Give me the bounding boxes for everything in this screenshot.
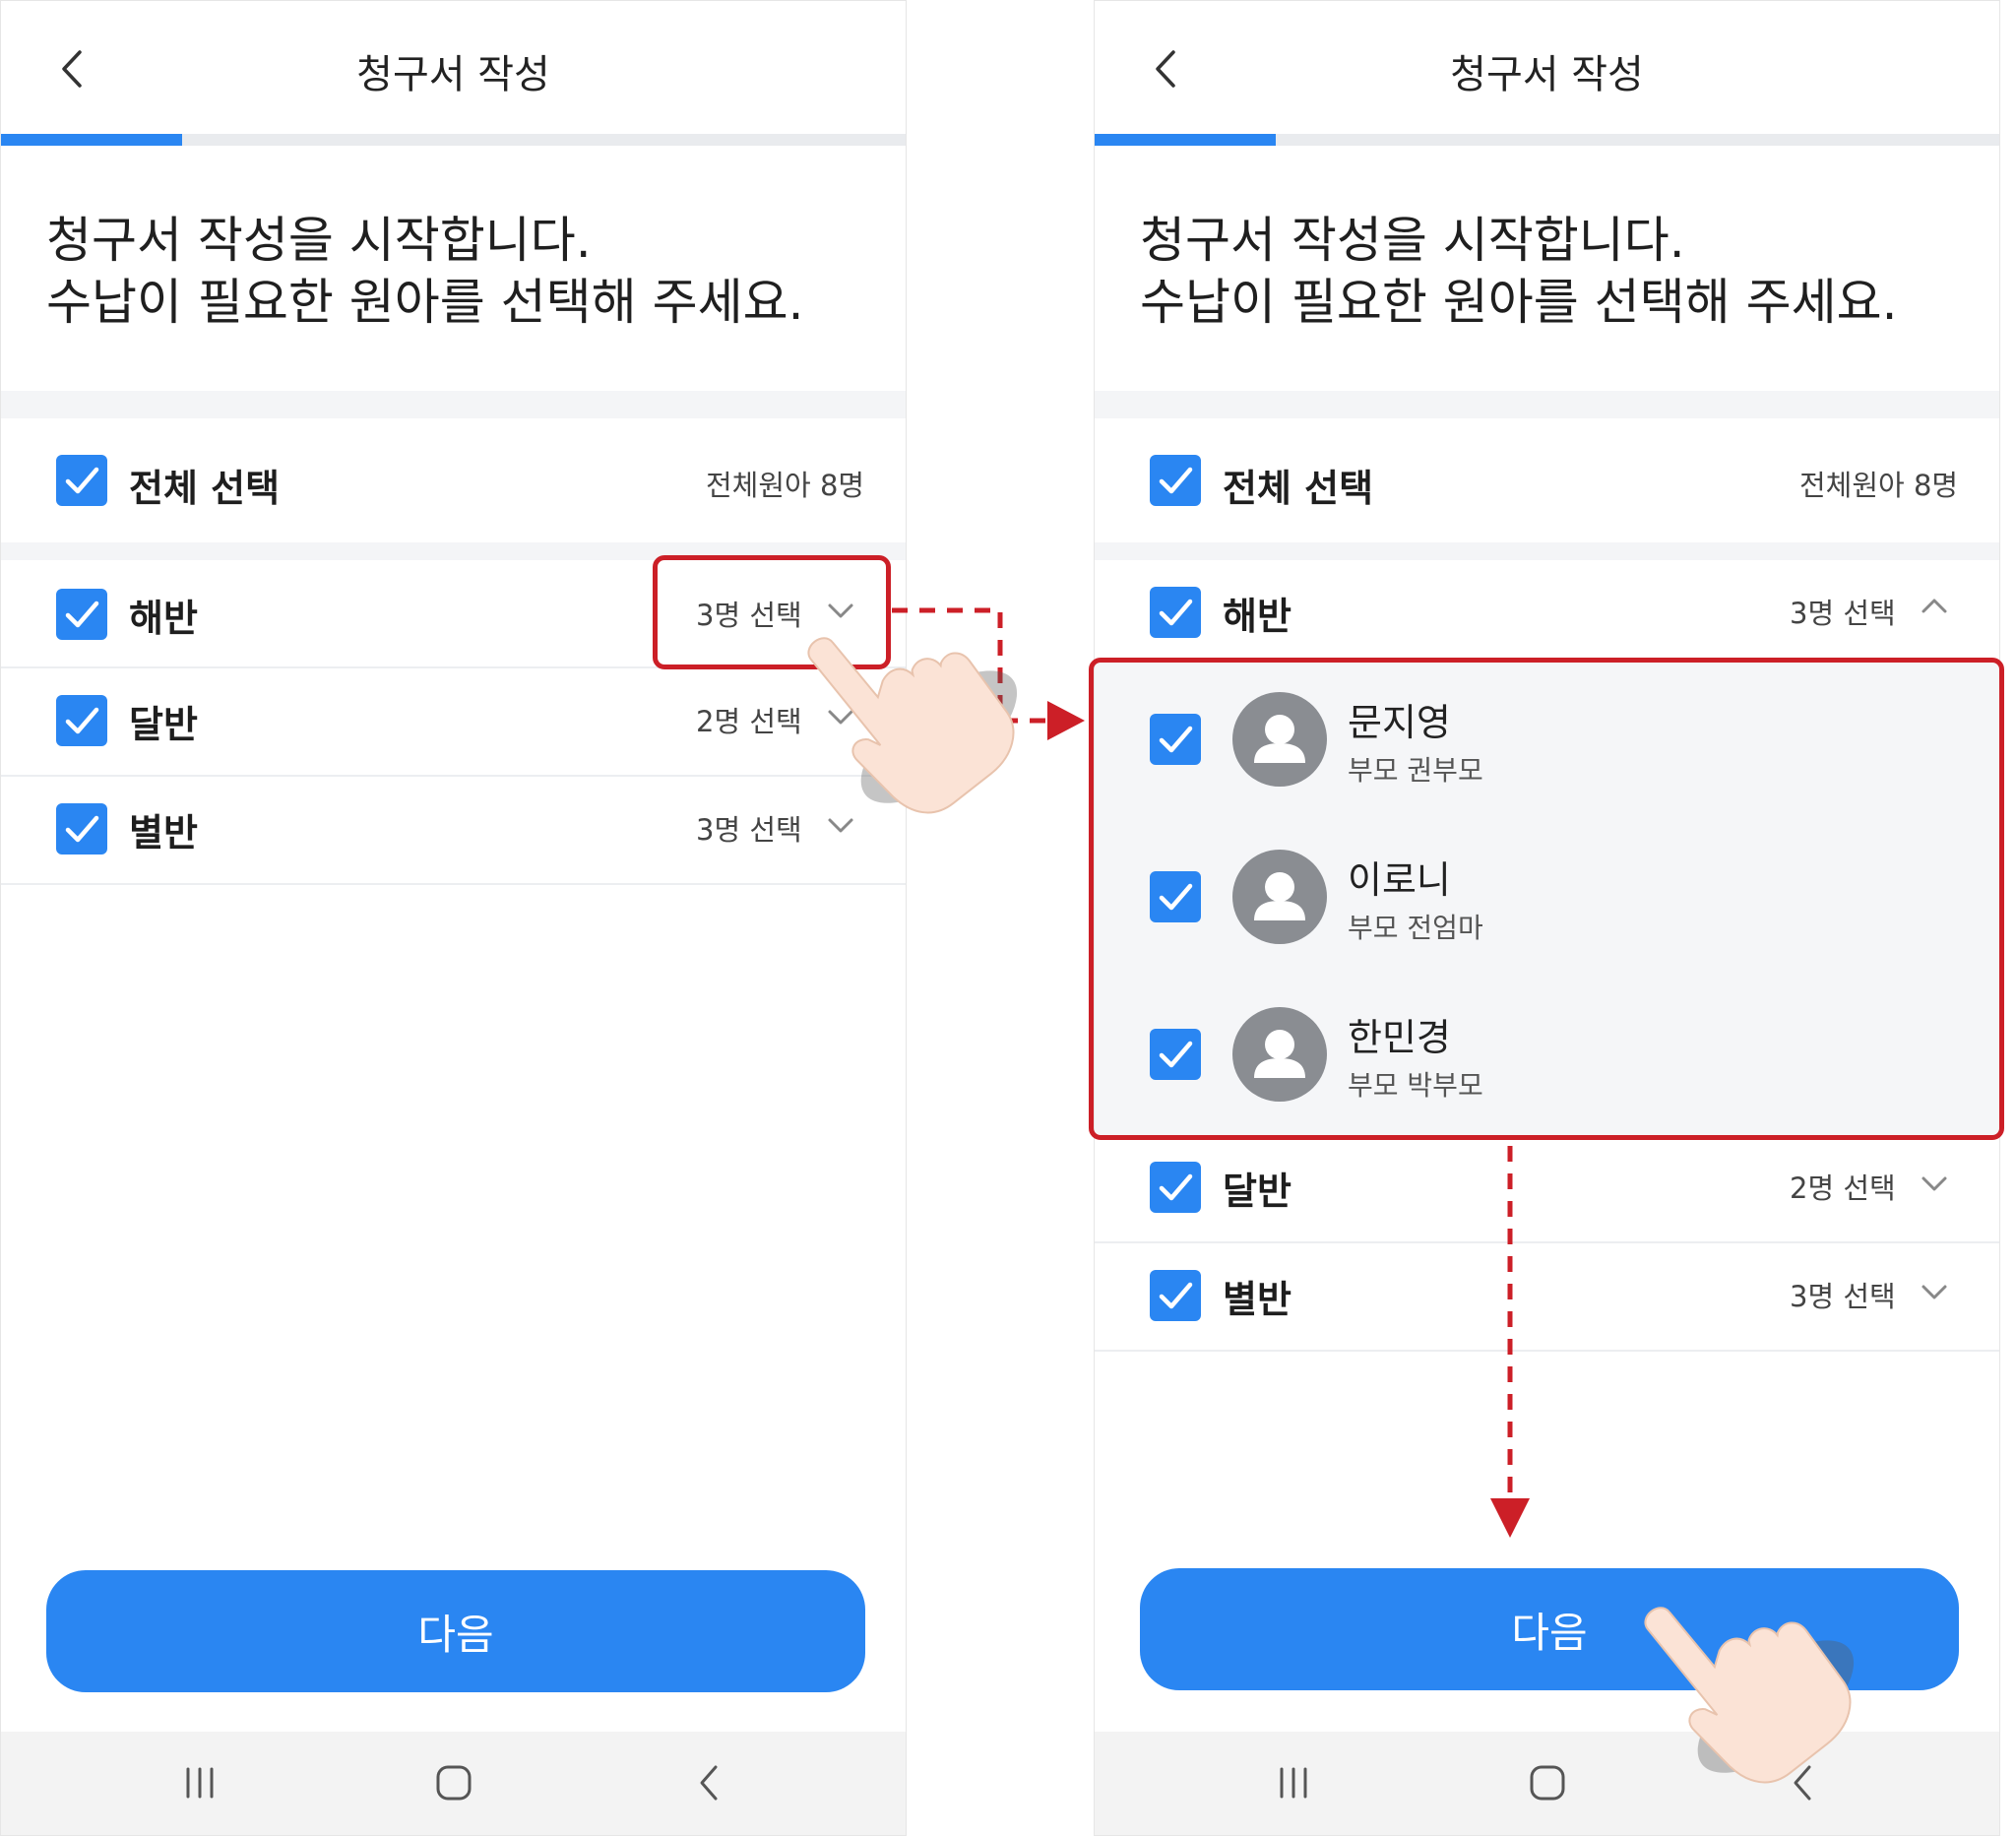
- dashed-arrow-right: [892, 607, 1051, 724]
- next-button[interactable]: 다음: [46, 1570, 865, 1692]
- select-all-checkbox[interactable]: [1150, 455, 1201, 506]
- child-checkbox[interactable]: [1150, 714, 1201, 765]
- chevron-down-icon[interactable]: [1918, 1275, 1951, 1308]
- select-all-row[interactable]: 전체 선택 전체원아 8명: [1095, 418, 1999, 542]
- child-checkbox[interactable]: [1150, 871, 1201, 922]
- system-nav-bar: [1, 1732, 906, 1835]
- child-name: 문지영: [1348, 701, 1451, 744]
- system-nav-bar: [1095, 1732, 1999, 1835]
- header: 청구서 작성: [1095, 1, 1999, 134]
- checkbox-checked-icon: [1159, 1173, 1193, 1201]
- class-selected-count[interactable]: 3명 선택: [1790, 591, 1896, 632]
- section-divider: [1, 542, 906, 560]
- select-all-row[interactable]: 전체 선택 전체원아 8명: [1, 418, 906, 542]
- section-divider: [1095, 391, 1999, 418]
- class-checkbox[interactable]: [1150, 1162, 1201, 1213]
- class-checkbox[interactable]: [56, 803, 107, 855]
- class-selected-count[interactable]: 3명 선택: [1790, 1274, 1896, 1315]
- class-label: 달반: [1223, 1170, 1292, 1213]
- avatar-icon: [1232, 850, 1327, 944]
- page-title: 청구서 작성: [356, 52, 550, 97]
- class-row-haeban[interactable]: 해반 3명 선택: [1095, 560, 1999, 663]
- checkbox-checked-icon: [65, 815, 99, 843]
- intro-text: 청구서 작성을 시작합니다. 수납이 필요한 원아를 선택해 주세요.: [46, 210, 876, 334]
- nav-recent-apps-icon[interactable]: [178, 1761, 221, 1804]
- child-row[interactable]: 문지영 부모 권부모: [1095, 663, 1999, 820]
- header: 청구서 작성: [1, 1, 906, 134]
- chevron-down-icon[interactable]: [824, 594, 857, 627]
- class-row-byeolban[interactable]: 별반 3명 선택: [1, 777, 906, 885]
- total-children-count: 전체원아 8명: [706, 469, 865, 502]
- nav-recent-apps-icon[interactable]: [1272, 1761, 1315, 1804]
- avatar-icon: [1232, 1007, 1327, 1102]
- checkbox-checked-icon: [1159, 726, 1193, 753]
- class-label: 해반: [1223, 595, 1292, 638]
- nav-home-icon[interactable]: [1526, 1761, 1569, 1804]
- select-all-checkbox[interactable]: [56, 455, 107, 506]
- class-row-dalban[interactable]: 달반 2명 선택: [1, 668, 906, 777]
- progress-bar: [1, 134, 906, 146]
- chevron-down-icon[interactable]: [824, 808, 857, 842]
- checkbox-checked-icon: [1159, 467, 1193, 494]
- progress-fill: [1, 134, 182, 146]
- class-row-dalban[interactable]: 달반 2명 선택: [1095, 1135, 1999, 1243]
- class-label: 별반: [129, 811, 198, 855]
- class-selected-count[interactable]: 2명 선택: [696, 699, 802, 740]
- intro-text: 청구서 작성을 시작합니다. 수납이 필요한 원아를 선택해 주세요.: [1140, 210, 1970, 334]
- class-row-haeban[interactable]: 해반 3명 선택: [1, 560, 906, 668]
- chevron-down-icon[interactable]: [1918, 1167, 1951, 1200]
- left-phone-screen: 청구서 작성 청구서 작성을 시작합니다. 수납이 필요한 원아를 선택해 주세…: [0, 0, 907, 1836]
- checkbox-checked-icon: [65, 601, 99, 628]
- intro-line-1: 청구서 작성을 시작합니다.: [46, 212, 592, 269]
- arrowhead-right: [1047, 701, 1085, 740]
- next-button[interactable]: 다음: [1140, 1568, 1959, 1690]
- intro-line-1: 청구서 작성을 시작합니다.: [1140, 212, 1685, 269]
- chevron-down-icon[interactable]: [824, 700, 857, 733]
- section-divider: [1095, 542, 1999, 560]
- child-parent: 부모 전엄마: [1348, 912, 1483, 944]
- child-row[interactable]: 한민경 부모 박부모: [1095, 978, 1999, 1135]
- class-checkbox[interactable]: [1150, 1270, 1201, 1321]
- class-label: 달반: [129, 703, 198, 746]
- checkbox-checked-icon: [1159, 599, 1193, 626]
- select-all-label: 전체 선택: [1223, 467, 1374, 510]
- checkbox-checked-icon: [1159, 883, 1193, 911]
- class-checkbox[interactable]: [56, 589, 107, 640]
- child-name: 이로니: [1348, 858, 1451, 902]
- checkbox-checked-icon: [1159, 1282, 1193, 1309]
- avatar-icon: [1232, 692, 1327, 787]
- progress-fill: [1095, 134, 1276, 146]
- child-name: 한민경: [1348, 1016, 1451, 1059]
- child-checkbox[interactable]: [1150, 1029, 1201, 1080]
- checkbox-checked-icon: [65, 707, 99, 734]
- class-selected-count[interactable]: 3명 선택: [696, 593, 802, 634]
- chevron-up-icon[interactable]: [1918, 590, 1951, 623]
- child-parent: 부모 박부모: [1348, 1069, 1483, 1102]
- section-divider: [1, 391, 906, 418]
- class-selected-count[interactable]: 2명 선택: [1790, 1166, 1896, 1207]
- checkbox-checked-icon: [1159, 1041, 1193, 1068]
- class-row-byeolban[interactable]: 별반 3명 선택: [1095, 1243, 1999, 1352]
- intro-line-2: 수납이 필요한 원아를 선택해 주세요.: [46, 274, 804, 331]
- nav-back-icon[interactable]: [1782, 1761, 1825, 1804]
- class-label: 별반: [1223, 1278, 1292, 1321]
- select-all-label: 전체 선택: [129, 467, 281, 510]
- class-checkbox[interactable]: [1150, 587, 1201, 638]
- progress-bar: [1095, 134, 1999, 146]
- class-label: 해반: [129, 597, 198, 640]
- total-children-count: 전체원아 8명: [1799, 469, 1959, 502]
- checkbox-checked-icon: [65, 467, 99, 494]
- nav-home-icon[interactable]: [432, 1761, 475, 1804]
- child-row[interactable]: 이로니 부모 전엄마: [1095, 820, 1999, 978]
- class-checkbox[interactable]: [56, 695, 107, 746]
- right-phone-screen: 청구서 작성 청구서 작성을 시작합니다. 수납이 필요한 원아를 선택해 주세…: [1094, 0, 2000, 1836]
- page-title: 청구서 작성: [1450, 52, 1644, 97]
- child-parent: 부모 권부모: [1348, 754, 1483, 787]
- class-selected-count[interactable]: 3명 선택: [696, 807, 802, 849]
- haeban-children-panel: 문지영 부모 권부모 이로니 부모 전엄마 한민경 부모 박부모: [1095, 663, 1999, 1135]
- nav-back-icon[interactable]: [688, 1761, 731, 1804]
- intro-line-2: 수납이 필요한 원아를 선택해 주세요.: [1140, 274, 1898, 331]
